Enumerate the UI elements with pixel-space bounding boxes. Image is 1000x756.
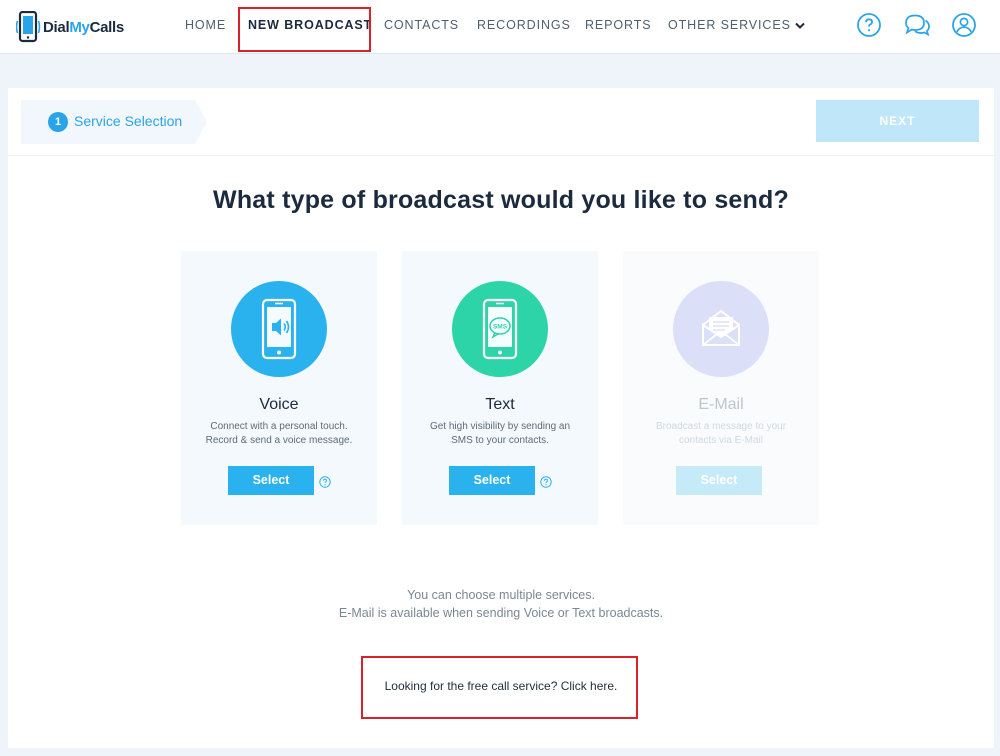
service-description-voice-line2: Record & send a voice message. [205,435,353,446]
service-description-voice: Connect with a personal touch. Record & … [197,420,361,448]
top-navigation-bar: DialMyCalls HOME NEW BROADCAST CONTACTS … [0,0,1000,54]
service-description-email-line1: Broadcast a message to your [655,421,787,432]
info-line-2: E-Mail is available when sending Voice o… [338,606,664,620]
service-tile-voice: Voice Connect with a personal touch. Rec… [181,251,377,525]
select-text-button[interactable]: Select [449,466,535,495]
multiple-services-info: You can choose multiple services. E-Mail… [8,586,994,622]
broadcast-wizard-card: 1 Service Selection NEXT What type of br… [8,88,994,748]
page-title: What type of broadcast would you like to… [213,186,789,214]
service-description-text-line1: Get high visibility by sending an [429,421,571,432]
select-voice-button[interactable]: Select [228,466,314,495]
service-name-voice: Voice [259,396,299,413]
service-name-text: Text [485,396,515,413]
service-description-text: Get high visibility by sending an SMS to… [418,420,582,448]
nav-item-home[interactable]: HOME [185,18,226,32]
wizard-header: 1 Service Selection NEXT [8,88,994,156]
chat-icon[interactable] [903,12,931,38]
main-nav: HOME NEW BROADCAST CONTACTS RECORDINGS R… [0,0,1000,54]
info-line-1: You can choose multiple services. [407,588,595,602]
voice-help-icon[interactable] [319,475,331,488]
step-label: Service Selection [74,113,183,129]
phone-sms-icon: SMS [452,281,548,377]
envelope-icon [673,281,769,377]
nav-item-reports[interactable]: REPORTS [585,18,652,32]
help-icon[interactable] [856,12,882,38]
select-email-button[interactable]: Select [676,466,762,495]
service-description-voice-line1: Connect with a personal touch. [210,421,348,432]
service-name-email: E-Mail [698,396,744,413]
free-call-service-link[interactable]: Looking for the free call service? Click… [8,679,994,693]
service-description-email: Broadcast a message to your contacts via… [639,420,803,448]
chevron-down-icon [795,19,805,33]
nav-item-recordings[interactable]: RECORDINGS [477,18,571,32]
nav-item-contacts[interactable]: CONTACTS [384,18,459,32]
service-description-text-line2: SMS to your contacts. [451,435,549,446]
nav-item-new-broadcast[interactable]: NEW BROADCAST [248,18,372,32]
text-help-icon[interactable] [540,475,552,488]
nav-item-other-services-label: OTHER SERVICES [668,18,791,32]
step-number-badge: 1 [48,112,68,132]
sms-badge-text: SMS [493,324,508,331]
next-button[interactable]: NEXT [816,100,979,142]
phone-speaker-icon [231,281,327,377]
nav-item-other-services[interactable]: OTHER SERVICES [668,18,805,33]
account-icon[interactable] [951,12,977,38]
service-tile-email: E-Mail Broadcast a message to your conta… [623,251,819,525]
wizard-step-indicator: 1 Service Selection [21,100,207,144]
service-tile-text: SMS Text Get high visibility by sending … [402,251,598,525]
service-description-email-line2: contacts via E-Mail [679,435,763,446]
